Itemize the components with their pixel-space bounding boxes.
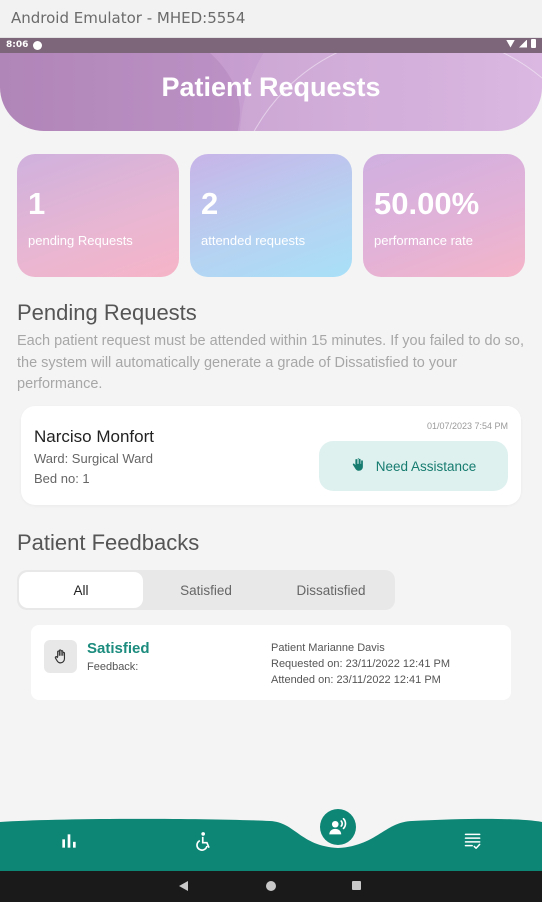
tab-all[interactable]: All: [19, 572, 143, 608]
pending-section-title: Pending Requests: [17, 300, 197, 325]
recent-apps-icon[interactable]: [352, 881, 361, 890]
stat-label: attended requests: [201, 233, 306, 248]
stat-card-pending: 1 pending Requests: [17, 154, 179, 277]
pending-description: Each patient request must be attended wi…: [17, 333, 525, 392]
patient-ward: Ward: Surgical Ward: [34, 451, 153, 466]
tab-dissatisfied[interactable]: Dissatisfied: [269, 572, 393, 608]
patient-name: Narciso Monfort: [34, 427, 154, 446]
stat-value: 2: [201, 186, 219, 221]
stat-value: 50.00%: [374, 186, 480, 221]
system-navigation-bar: [0, 871, 542, 902]
stat-label: pending Requests: [28, 233, 133, 248]
feedback-attended-on: Attended on: 23/11/2022 12:41 PM: [271, 674, 441, 686]
need-assistance-button[interactable]: Need Assistance: [319, 441, 508, 491]
bottom-navigation: [0, 809, 542, 871]
status-time: 8:06: [6, 40, 29, 50]
need-assistance-label: Need Assistance: [375, 458, 477, 474]
stat-card-performance: 50.00% performance rate: [363, 154, 525, 277]
app-notification-icon: [33, 41, 42, 50]
feedback-status: Satisfied: [87, 640, 150, 657]
stat-value: 1: [28, 186, 46, 221]
page-title: Patient Requests: [161, 72, 381, 102]
status-bar: 8:06: [0, 38, 542, 53]
accessibility-icon[interactable]: [193, 830, 215, 852]
page-header: Patient Requests: [0, 53, 542, 131]
feedback-info: Patient Marianne Davis Requested on: 23/…: [271, 640, 450, 688]
hand-icon: [44, 640, 77, 673]
feedback-requested-on: Requested on: 23/11/2022 12:41 PM: [271, 658, 450, 670]
list-check-icon[interactable]: [462, 830, 484, 852]
wifi-icon: [506, 39, 515, 48]
home-icon[interactable]: [266, 881, 276, 891]
hand-icon: [351, 457, 366, 475]
feedback-card[interactable]: Satisfied Feedback: Patient Marianne Dav…: [31, 625, 511, 700]
patient-bed: Bed no: 1: [34, 471, 90, 486]
stats-icon[interactable]: [58, 830, 80, 852]
feedback-label: Feedback:: [87, 661, 139, 673]
nurse-request-icon[interactable]: [320, 809, 356, 845]
back-icon[interactable]: [179, 881, 188, 891]
feedback-tabs: All Satisfied Dissatisfied: [17, 570, 395, 610]
request-card[interactable]: Narciso Monfort Ward: Surgical Ward Bed …: [21, 406, 521, 505]
tab-satisfied[interactable]: Satisfied: [144, 572, 268, 608]
stat-card-attended: 2 attended requests: [190, 154, 352, 277]
signal-icon: [519, 39, 527, 48]
feedback-patient: Patient Marianne Davis: [271, 642, 385, 654]
device-screen: 8:06 Patient Requests 1 pending Requests…: [0, 38, 542, 902]
request-datetime: 01/07/2023 7:54 PM: [426, 421, 508, 431]
battery-icon: [531, 39, 536, 48]
feedback-section-title: Patient Feedbacks: [17, 530, 200, 555]
window-titlebar: Android Emulator - MHED:5554: [0, 0, 542, 38]
status-icons: [506, 39, 536, 48]
stat-label: performance rate: [374, 233, 473, 248]
window-title: Android Emulator - MHED:5554: [11, 9, 246, 27]
